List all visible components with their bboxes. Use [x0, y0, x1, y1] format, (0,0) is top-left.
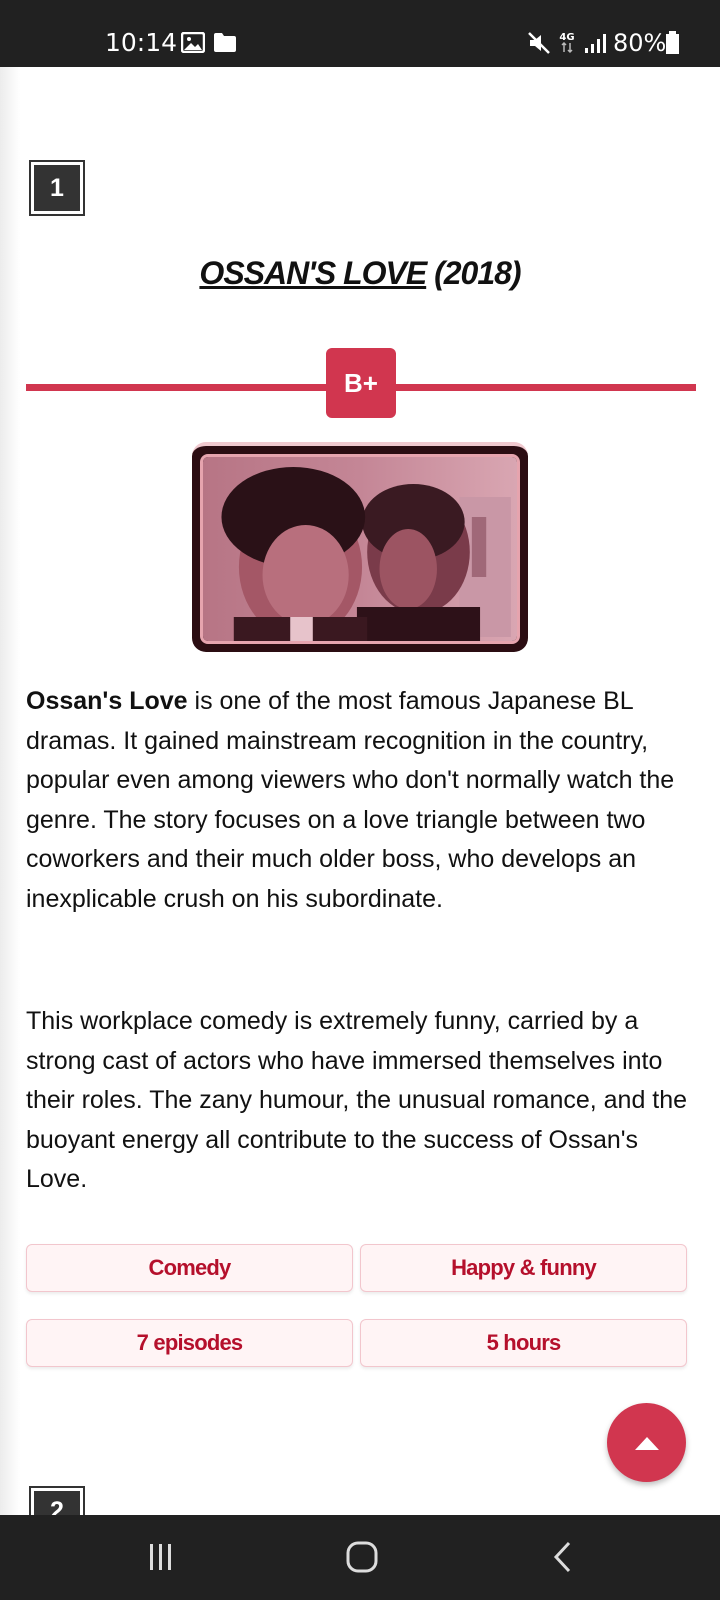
folder-icon [214, 33, 236, 52]
svg-text:4G: 4G [559, 32, 574, 43]
mute-icon [528, 32, 550, 54]
drama-title-name[interactable]: OSSAN'S LOVE [199, 255, 427, 291]
rank-badge: 1 [29, 160, 85, 216]
description-paragraph-1: Ossan's Love is one of the most famous J… [26, 682, 698, 919]
description-text-1: is one of the most famous Japanese BL dr… [26, 687, 675, 913]
description-bold-title: Ossan's Love [26, 687, 188, 715]
arrow-up-icon [634, 1436, 659, 1450]
status-time: 10:14 [105, 28, 178, 57]
image-icon [181, 32, 205, 53]
home-icon [346, 1541, 378, 1573]
description-paragraph-2: This workplace comedy is extremely funny… [26, 1007, 688, 1193]
tag-episodes[interactable]: 7 episodes [26, 1319, 353, 1367]
status-bar: 10:14 4G 80% [0, 0, 720, 67]
scroll-to-top-button[interactable] [607, 1403, 686, 1482]
signal-icon [585, 34, 606, 53]
battery-percentage: 80% [613, 29, 667, 57]
network-4g-icon: 4G [559, 32, 575, 54]
drama-title-year[interactable]: (2018) [434, 255, 521, 291]
tag-duration[interactable]: 5 hours [360, 1319, 687, 1367]
recent-apps-button[interactable] [139, 1535, 183, 1579]
next-rank-badge: 2 [29, 1486, 85, 1515]
navigation-bar [0, 1515, 720, 1600]
drama-still-image [203, 457, 517, 641]
rank-number: 1 [34, 165, 80, 211]
tag-mood[interactable]: Happy & funny [360, 1244, 687, 1292]
drama-photo-frame [192, 442, 528, 652]
grade-badge: B+ [326, 348, 396, 418]
recent-apps-icon [150, 1544, 171, 1570]
article-page[interactable]: 1 OSSAN'S LOVE (2018) B+ Ossan's Love is… [0, 67, 720, 1515]
next-rank-number: 2 [34, 1491, 80, 1515]
back-icon [553, 1541, 571, 1573]
battery-icon [666, 31, 679, 54]
drama-photo [200, 454, 520, 644]
home-button[interactable] [340, 1535, 384, 1579]
tag-genre[interactable]: Comedy [26, 1244, 353, 1292]
drama-title[interactable]: OSSAN'S LOVE (2018) [0, 255, 720, 292]
back-button[interactable] [541, 1535, 585, 1579]
